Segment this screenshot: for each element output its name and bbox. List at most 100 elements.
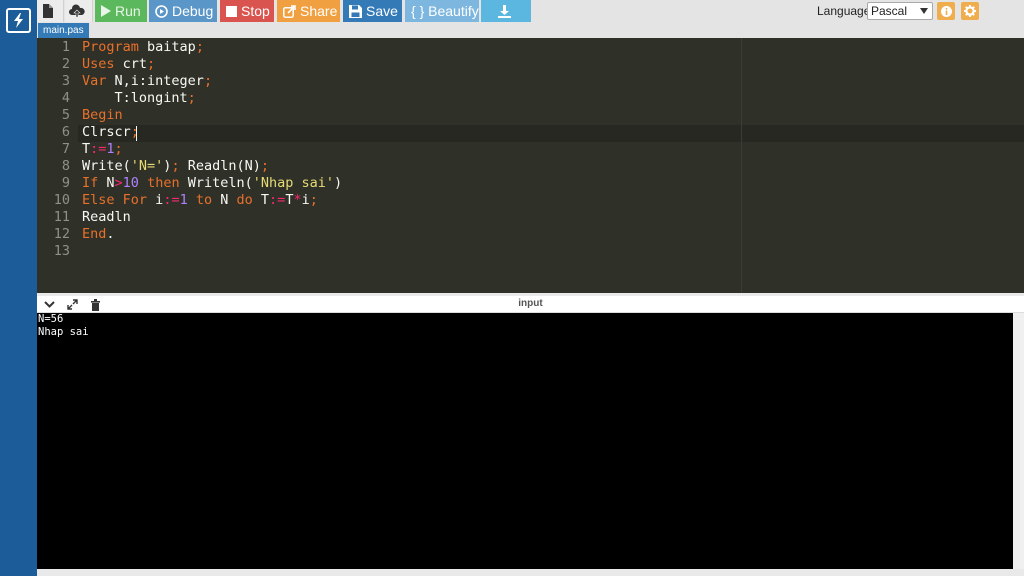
share-label: Share	[300, 3, 338, 19]
code-token: ;	[203, 73, 213, 89]
code-token: If	[82, 175, 99, 191]
code-token: ;	[195, 39, 204, 55]
info-icon	[940, 5, 952, 17]
code-token: 1	[106, 141, 115, 157]
code-editor[interactable]: 1 2 3 4 5 6 7 8 9 10 11 12 13 Program baitap; Uses cr…	[37, 38, 1024, 293]
code-token: T:longint	[82, 90, 188, 106]
console-line: N=56	[38, 313, 64, 325]
code-token: do	[236, 192, 253, 208]
code-line: If N>10 then Writeln('Nhap sai')	[82, 175, 782, 192]
code-token: :=	[163, 192, 180, 208]
code-token: Readln	[82, 209, 131, 225]
code-token: Writeln(	[179, 175, 253, 191]
code-line: T:longint;	[82, 90, 782, 107]
code-token: Else	[82, 192, 115, 208]
code-line: Uses crt;	[82, 56, 782, 73]
line-number: 7	[61, 141, 70, 157]
new-file-button[interactable]	[37, 0, 64, 22]
line-number: 2	[61, 56, 70, 72]
code-token: ;	[114, 141, 123, 157]
code-token: For	[122, 192, 148, 208]
code-token: Clrscr	[82, 124, 131, 140]
code-token: N	[212, 192, 237, 208]
language-value: Pascal	[871, 4, 908, 18]
stop-icon	[226, 5, 237, 17]
line-number: 6	[61, 124, 70, 140]
share-icon	[283, 4, 296, 18]
download-button[interactable]	[481, 0, 531, 22]
debug-icon	[155, 4, 168, 18]
debug-button[interactable]: Debug	[149, 0, 217, 22]
line-number: 12	[53, 226, 70, 242]
code-line: Program baitap;	[82, 39, 782, 56]
code-line: Else For i:=1 to N do T:=T*i;	[82, 192, 782, 209]
output-panel-header: input	[37, 296, 1024, 313]
line-number: 1	[61, 39, 70, 55]
line-number: 3	[61, 73, 70, 89]
code-token: crt	[114, 56, 148, 72]
line-number: 11	[53, 209, 70, 225]
code-token: ;	[187, 90, 196, 106]
console-line: Nhap sai	[38, 326, 89, 338]
code-token: 10	[122, 175, 139, 191]
file-tab-bar: main.pas	[37, 22, 1024, 38]
line-number: 8	[61, 158, 70, 174]
save-button[interactable]: Save	[343, 0, 402, 22]
line-number: 13	[53, 243, 70, 259]
code-line: Clrscr;	[82, 124, 782, 141]
code-line: Write('N='); Readln(N);	[82, 158, 782, 175]
run-label: Run	[115, 3, 141, 19]
settings-button[interactable]	[961, 2, 979, 20]
play-icon	[101, 5, 111, 17]
code-token: Write(	[82, 158, 131, 174]
code-token: ;	[171, 158, 180, 174]
code-token: Uses	[82, 56, 115, 72]
code-token: 'Nhap sai'	[252, 175, 335, 191]
sidebar	[0, 0, 37, 576]
cloud-upload-icon	[68, 4, 85, 18]
code-token: T	[82, 141, 91, 157]
beautify-button[interactable]: { } Beautify	[405, 0, 479, 22]
code-token: baitap	[138, 39, 196, 55]
code-token: 'N='	[130, 158, 164, 174]
toolbar: Run Debug Stop Share Save { } Beautify L…	[37, 0, 1024, 22]
code-token: .	[106, 226, 115, 242]
floppy-disk-icon	[349, 4, 362, 18]
chevron-down-icon	[920, 8, 928, 14]
code-token: >	[114, 175, 123, 191]
gear-icon	[964, 5, 976, 17]
code-token: :=	[269, 192, 286, 208]
tab-main-pas[interactable]: main.pas	[38, 23, 89, 38]
upload-button[interactable]	[65, 0, 93, 22]
code-token: ;	[260, 158, 269, 174]
code-line: Begin	[82, 107, 782, 124]
code-token: Program	[82, 39, 139, 55]
panel-title: input	[518, 298, 543, 309]
code-token: ;	[309, 192, 318, 208]
stop-button[interactable]: Stop	[220, 0, 274, 22]
info-button[interactable]	[937, 2, 955, 20]
share-button[interactable]: Share	[277, 0, 340, 22]
run-button[interactable]: Run	[95, 0, 147, 22]
lightning-logo-icon[interactable]	[6, 8, 31, 33]
code-token: to	[195, 192, 213, 208]
code-token: )	[334, 175, 343, 191]
code-token: ;	[130, 124, 139, 140]
code-token: i	[147, 192, 164, 208]
file-icon	[43, 4, 53, 18]
save-label: Save	[366, 3, 398, 19]
code-token: N	[98, 175, 115, 191]
console-output[interactable]: N=56 Nhap sai	[37, 313, 1013, 569]
console-scrollbar[interactable]	[1013, 313, 1024, 569]
code-line: Var N,i:integer;	[82, 73, 782, 90]
code-content[interactable]: Program baitap; Uses crt; Var N,i:integer;…	[82, 39, 782, 260]
stop-label: Stop	[241, 3, 270, 19]
code-token: Readln(N)	[179, 158, 261, 174]
line-number-gutter: 1 2 3 4 5 6 7 8 9 10 11 12 13	[37, 38, 78, 293]
debug-label: Debug	[172, 3, 214, 19]
code-token: :=	[90, 141, 107, 157]
language-select[interactable]: Pascal	[867, 2, 933, 20]
